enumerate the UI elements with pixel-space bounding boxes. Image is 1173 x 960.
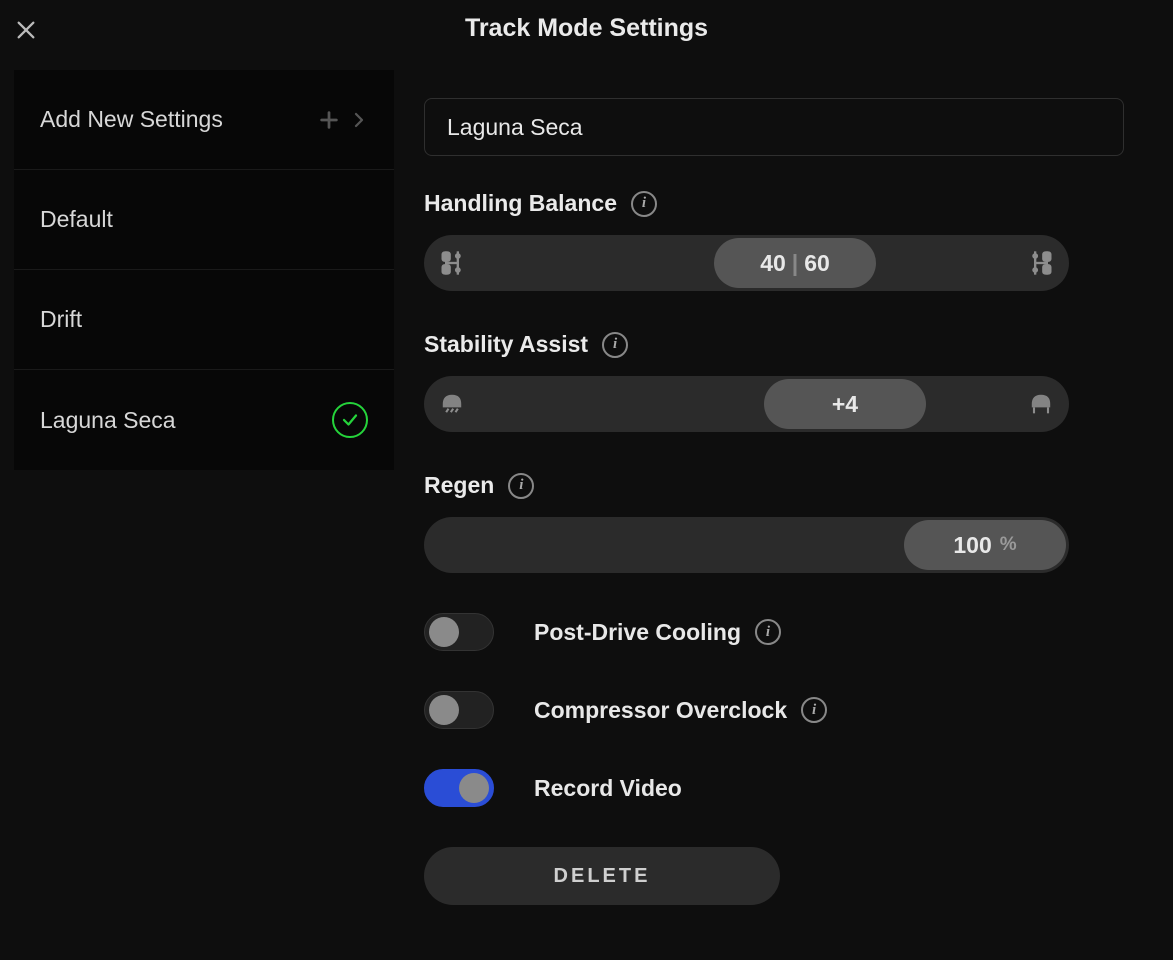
post-drive-cooling-toggle[interactable]	[424, 613, 494, 651]
chevron-right-icon	[350, 111, 368, 129]
sidebar-item-default[interactable]: Default	[14, 170, 394, 270]
selected-check-icon	[332, 402, 368, 438]
regen-label: Regen i	[424, 472, 534, 499]
handling-front-value: 40	[760, 250, 786, 277]
delete-button-label: DELETE	[554, 865, 651, 888]
record-video-label: Record Video	[534, 775, 682, 802]
handling-balance-thumb[interactable]: 40 | 60	[714, 238, 876, 288]
profile-name-input[interactable]: Laguna Seca	[424, 98, 1124, 156]
stability-value: +4	[832, 391, 858, 418]
settings-panel: Laguna Seca Handling Balance i 40 | 60 S…	[424, 98, 1124, 905]
compressor-overclock-toggle[interactable]	[424, 691, 494, 729]
handling-balance-label: Handling Balance i	[424, 190, 657, 217]
add-new-settings-button[interactable]: Add New Settings	[14, 70, 394, 170]
rear-bias-icon	[1027, 235, 1055, 291]
regen-slider[interactable]: 100%	[424, 517, 1069, 573]
add-new-settings-label: Add New Settings	[40, 106, 223, 133]
front-bias-icon	[438, 235, 466, 291]
sidebar-item-laguna-seca[interactable]: Laguna Seca	[14, 370, 394, 470]
info-icon[interactable]: i	[801, 697, 827, 723]
info-icon[interactable]: i	[755, 619, 781, 645]
stability-assist-slider[interactable]: +4	[424, 376, 1069, 432]
stability-assist-thumb[interactable]: +4	[764, 379, 926, 429]
profile-name-value: Laguna Seca	[447, 114, 583, 141]
stability-max-icon	[1027, 376, 1055, 432]
settings-sidebar: Add New Settings Default Drift Laguna Se…	[14, 70, 394, 470]
sidebar-item-drift[interactable]: Drift	[14, 270, 394, 370]
stability-assist-label: Stability Assist i	[424, 331, 628, 358]
page-title: Track Mode Settings	[0, 14, 1173, 43]
info-icon[interactable]: i	[631, 191, 657, 217]
plus-icon	[318, 109, 340, 131]
info-icon[interactable]: i	[508, 473, 534, 499]
record-video-toggle[interactable]	[424, 769, 494, 807]
handling-separator: |	[792, 250, 798, 277]
delete-button[interactable]: DELETE	[424, 847, 780, 905]
record-video-row: Record Video	[424, 769, 1124, 807]
sidebar-item-label: Laguna Seca	[40, 407, 176, 434]
regen-value: 100	[953, 532, 991, 559]
info-icon[interactable]: i	[602, 332, 628, 358]
sidebar-item-label: Drift	[40, 306, 82, 333]
compressor-overclock-row: Compressor Overclock i	[424, 691, 1124, 729]
regen-thumb[interactable]: 100%	[904, 520, 1066, 570]
handling-rear-value: 60	[804, 250, 830, 277]
regen-unit: %	[1000, 534, 1017, 556]
add-new-settings-icons	[318, 109, 368, 131]
stability-min-icon	[438, 376, 466, 432]
post-drive-cooling-row: Post-Drive Cooling i	[424, 613, 1124, 651]
post-drive-cooling-label: Post-Drive Cooling i	[534, 619, 781, 646]
compressor-overclock-label: Compressor Overclock i	[534, 697, 827, 724]
handling-balance-slider[interactable]: 40 | 60	[424, 235, 1069, 291]
sidebar-item-label: Default	[40, 206, 113, 233]
